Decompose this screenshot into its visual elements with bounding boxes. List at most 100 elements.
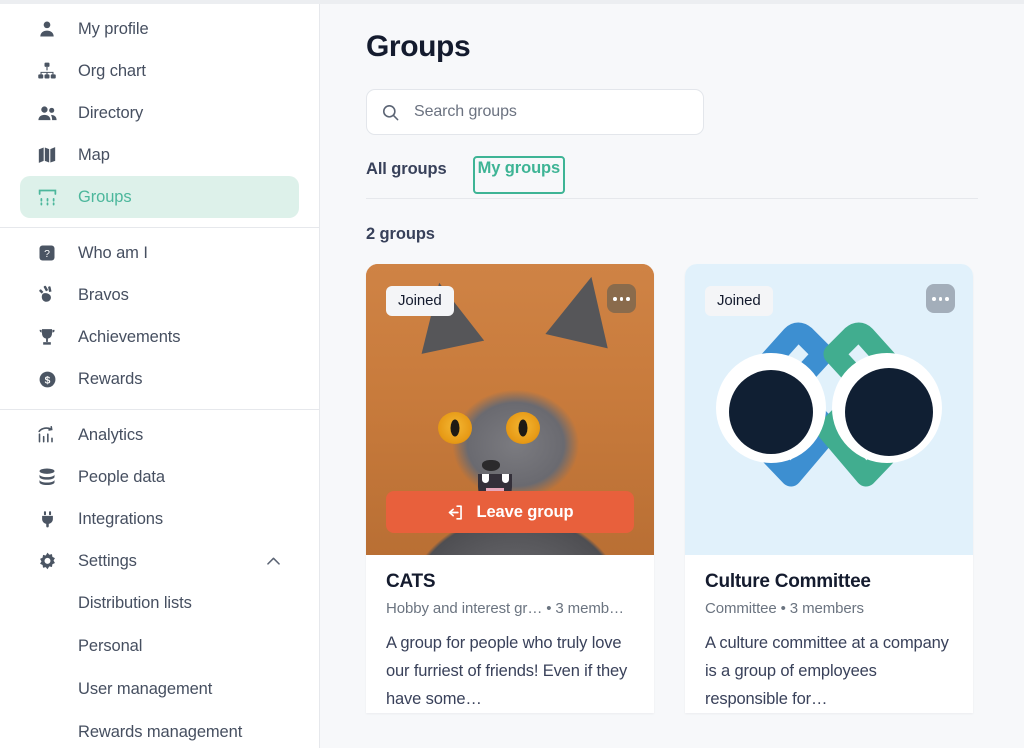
group-card-media: Joined <box>685 264 973 555</box>
sidebar-item-integrations[interactable]: Integrations <box>20 498 299 540</box>
analytics-chart-icon <box>36 424 58 446</box>
sidebar-group-engagement: ? Who am I Bravos Achievements $ Rewards <box>0 228 319 400</box>
database-icon <box>36 466 58 488</box>
sidebar-subitem-distribution-lists[interactable]: Distribution lists <box>20 582 299 625</box>
search-input[interactable] <box>412 102 689 122</box>
groups-tabs: All groups My groups <box>366 156 978 199</box>
group-card-title: CATS <box>386 571 436 592</box>
groups-card-list: Joined Leave group CATS Hobby and intere… <box>366 264 1024 713</box>
group-card-title: Culture Committee <box>705 571 871 592</box>
sidebar-item-label: Settings <box>78 551 137 570</box>
cat-tooth-right <box>502 474 509 483</box>
search-icon <box>381 103 400 122</box>
group-card-cats[interactable]: Joined Leave group CATS Hobby and intere… <box>366 264 654 713</box>
sidebar-item-directory[interactable]: Directory <box>20 92 299 134</box>
status-badge: Joined <box>705 286 773 316</box>
ellipsis-icon[interactable] <box>926 284 955 313</box>
group-card-meta: Hobby and interest gr… • 3 memb… <box>386 600 634 617</box>
org-chart-icon <box>36 60 58 82</box>
chevron-up-icon[interactable] <box>264 552 283 571</box>
sidebar-group-primary: My profile Org chart Directory Map Group… <box>0 4 319 218</box>
sidebar-item-label: People data <box>78 467 165 486</box>
sidebar-subitem-label: Rewards management <box>78 723 243 741</box>
sidebar-item-achievements[interactable]: Achievements <box>20 316 299 358</box>
question-badge-icon: ? <box>36 242 58 264</box>
app-root: My profile Org chart Directory Map Group… <box>0 0 1024 748</box>
search-groups-field[interactable] <box>366 89 704 135</box>
cat-eye-left <box>438 412 472 444</box>
sidebar-subitem-label: User management <box>78 680 213 698</box>
dot <box>619 296 624 301</box>
cat-nose <box>482 460 500 471</box>
group-card-media: Joined Leave group <box>366 264 654 555</box>
sidebar-item-people-data[interactable]: People data <box>20 456 299 498</box>
person-icon <box>36 18 58 40</box>
people-icon <box>36 102 58 124</box>
map-icon <box>36 144 58 166</box>
ellipsis-icon[interactable] <box>607 284 636 313</box>
svg-text:?: ? <box>44 248 50 260</box>
sidebar-item-groups[interactable]: Groups <box>20 176 299 218</box>
tab-all-groups[interactable]: All groups <box>366 159 451 193</box>
cat-tooth-left <box>482 474 489 483</box>
main-content: Groups All groups My groups 2 groups <box>320 0 1024 748</box>
dot <box>626 296 631 301</box>
sidebar-item-label: Achievements <box>78 327 181 346</box>
clap-icon <box>36 284 58 306</box>
sidebar-subitem-user-management[interactable]: User management <box>20 668 299 711</box>
sidebar-group-admin: Analytics People data Integrations Setti… <box>0 410 319 748</box>
status-badge: Joined <box>386 286 454 316</box>
sidebar-item-label: Org chart <box>78 61 146 80</box>
cat-eye-right <box>506 412 540 444</box>
sidebar-item-bravos[interactable]: Bravos <box>20 274 299 316</box>
groups-icon <box>36 186 58 208</box>
group-card-members: 3 members <box>789 600 864 617</box>
group-card-category: Committee <box>705 600 777 617</box>
group-card-description: A group for people who truly love our fu… <box>386 634 628 708</box>
sidebar-subitem-personal[interactable]: Personal <box>20 625 299 668</box>
sidebar-item-org-chart[interactable]: Org chart <box>20 50 299 92</box>
sidebar-item-label: Integrations <box>78 509 164 528</box>
dot <box>613 296 617 301</box>
sidebar-item-label: Groups <box>78 187 132 206</box>
sidebar-item-label: Bravos <box>78 285 129 304</box>
sidebar-item-settings[interactable]: Settings <box>20 540 299 582</box>
sidebar-item-label: Directory <box>78 103 144 122</box>
sidebar-subitem-label: Distribution lists <box>78 594 192 612</box>
sidebar-item-label: Map <box>78 145 110 164</box>
sidebar-item-label: Analytics <box>78 425 144 444</box>
leave-group-label: Leave group <box>476 502 574 521</box>
dot <box>945 296 950 301</box>
dot <box>932 296 936 301</box>
page-title: Groups <box>366 30 471 63</box>
tab-my-groups[interactable]: My groups <box>472 156 566 194</box>
group-card-description: A culture committee at a company is a gr… <box>705 634 949 708</box>
group-card-body: CATS Hobby and interest gr… • 3 memb… A gr… <box>366 555 654 713</box>
sidebar-item-label: My profile <box>78 19 149 38</box>
sidebar-item-map[interactable]: Map <box>20 134 299 176</box>
sidebar-subitem-label: Personal <box>78 637 143 655</box>
sidebar-item-my-profile[interactable]: My profile <box>20 8 299 50</box>
window-top-strip <box>0 0 1024 4</box>
meta-separator: • <box>546 600 552 617</box>
meta-separator: • <box>780 600 786 617</box>
group-card-members: 3 memb… <box>555 600 624 617</box>
leave-arrow-icon <box>446 503 465 522</box>
group-card-meta: Committee • 3 members <box>705 600 953 617</box>
trophy-icon <box>36 326 58 348</box>
dot <box>938 296 943 301</box>
sidebar: My profile Org chart Directory Map Group… <box>0 0 320 748</box>
sidebar-item-label: Rewards <box>78 369 143 388</box>
sidebar-item-label: Who am I <box>78 243 148 262</box>
sidebar-item-who-am-i[interactable]: ? Who am I <box>20 232 299 274</box>
svg-text:$: $ <box>44 375 50 386</box>
sidebar-subitem-rewards-management[interactable]: Rewards management <box>20 711 299 748</box>
sidebar-item-rewards[interactable]: $ Rewards <box>20 358 299 400</box>
leave-group-button[interactable]: Leave group <box>386 491 634 533</box>
sidebar-item-analytics[interactable]: Analytics <box>20 414 299 456</box>
gear-icon <box>36 550 58 572</box>
dollar-coin-icon: $ <box>36 368 58 390</box>
plug-icon <box>36 508 58 530</box>
group-card-culture-committee[interactable]: Joined Culture Committee Committee • 3 mem… <box>685 264 973 713</box>
result-count: 2 groups <box>366 225 435 243</box>
